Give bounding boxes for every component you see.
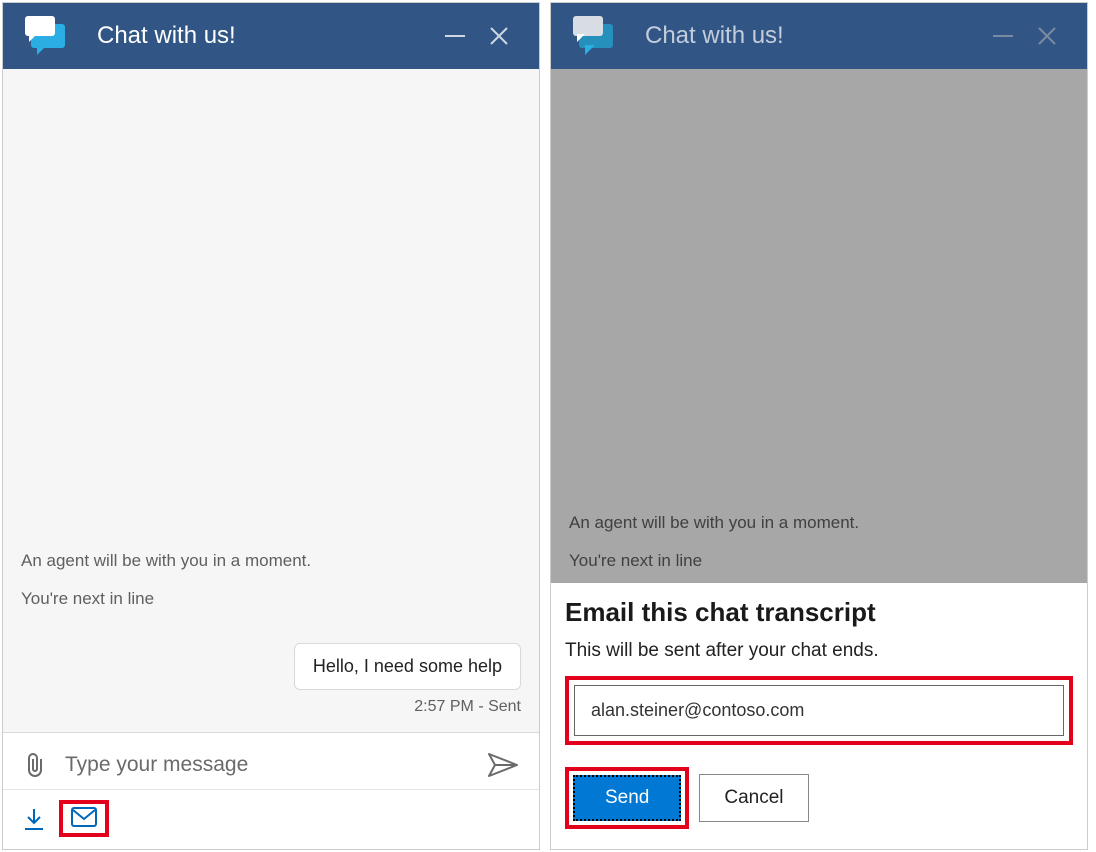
chat-body: An agent will be with you in a moment. Y…: [3, 69, 539, 732]
minimize-icon: [445, 35, 465, 37]
email-field-highlight: [565, 676, 1073, 745]
cancel-button[interactable]: Cancel: [699, 774, 808, 822]
chat-header: Chat with us!: [551, 3, 1087, 69]
minimize-icon: [993, 35, 1013, 37]
dialog-subtitle: This will be sent after your chat ends.: [565, 640, 1073, 662]
chat-window-right: Chat with us! An agent will be with you …: [550, 2, 1088, 850]
download-icon: [23, 807, 45, 831]
system-message: An agent will be with you in a moment.: [21, 551, 521, 571]
footer: [3, 789, 539, 849]
system-message: You're next in line: [21, 589, 521, 609]
close-button[interactable]: [1025, 14, 1069, 58]
chat-bubbles-icon: [25, 14, 69, 58]
system-message: You're next in line: [569, 551, 1069, 571]
minimize-button[interactable]: [433, 14, 477, 58]
composer-input[interactable]: Type your message: [65, 753, 469, 777]
send-button[interactable]: [487, 752, 519, 778]
email-input[interactable]: [574, 685, 1064, 736]
close-icon: [488, 25, 510, 47]
attach-button[interactable]: [23, 751, 47, 779]
chat-title: Chat with us!: [97, 22, 433, 50]
send-button-highlight: Send: [565, 767, 689, 829]
chat-title: Chat with us!: [645, 22, 981, 50]
minimize-button[interactable]: [981, 14, 1025, 58]
close-button[interactable]: [477, 14, 521, 58]
paperclip-icon: [23, 751, 47, 779]
system-message: An agent will be with you in a moment.: [569, 513, 1069, 533]
mail-icon: [71, 807, 97, 827]
send-button[interactable]: Send: [573, 775, 681, 821]
user-message-bubble: Hello, I need some help: [294, 643, 521, 690]
download-transcript-button[interactable]: [23, 807, 45, 831]
dialog-title: Email this chat transcript: [565, 597, 1073, 628]
chat-window-left: Chat with us! An agent will be with you …: [2, 2, 540, 850]
email-transcript-button[interactable]: [59, 800, 109, 837]
send-icon: [487, 752, 519, 778]
chat-bubbles-icon: [573, 14, 617, 58]
close-icon: [1036, 25, 1058, 47]
email-transcript-dialog: Email this chat transcript This will be …: [551, 583, 1087, 849]
message-meta: 2:57 PM - Sent: [21, 698, 521, 716]
composer: Type your message: [3, 732, 539, 789]
chat-header: Chat with us!: [3, 3, 539, 69]
